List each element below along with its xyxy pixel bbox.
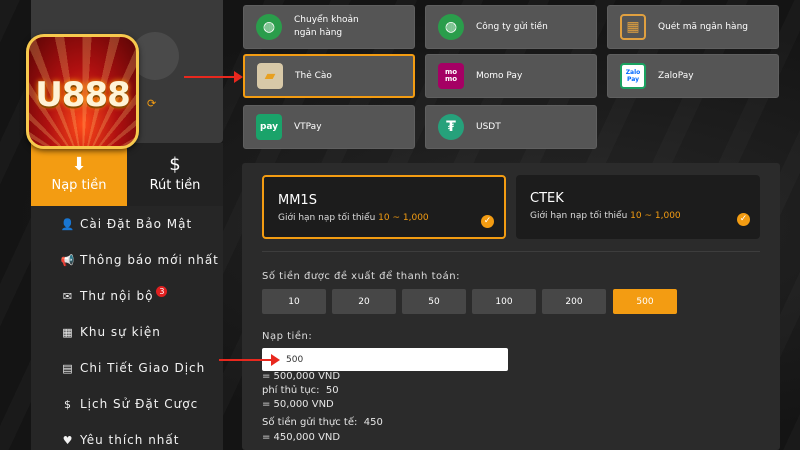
menu-item-label: Chi Tiết Giao Dịch (80, 361, 206, 375)
fee-value: 50 (325, 385, 339, 396)
zalopay-icon: Zalo Pay (620, 63, 646, 89)
globe-icon: ◍ (256, 14, 282, 40)
logo-text: U888 (35, 75, 131, 115)
wallet-tabs: ⬇ Nạp tiền $ Rút tiền (31, 143, 223, 206)
fee-converted: = 50,000 VND (262, 399, 334, 410)
vtpay-icon: pay (256, 114, 282, 140)
limit-max: 1,000 (654, 211, 681, 221)
menu-item-security[interactable]: 👤 Cài Đặt Bảo Mật (31, 206, 223, 242)
menu-item-label: Yêu thích nhất (80, 433, 180, 447)
payment-method-momo[interactable]: mo mo Momo Pay (425, 54, 597, 98)
menu-item-transactions[interactable]: ▤ Chi Tiết Giao Dịch (31, 350, 223, 386)
check-icon: ✓ (481, 215, 494, 228)
unread-badge: 3 (156, 285, 168, 297)
menu-item-bet-history[interactable]: $ Lịch Sử Đặt Cược (31, 386, 223, 422)
qr-code-icon: ▦ (620, 14, 646, 40)
annotation-arrow-input (219, 354, 280, 366)
withdraw-icon: $ (169, 154, 181, 175)
menu-item-inbox[interactable]: ✉ Thư nội bộ 3 (31, 278, 223, 314)
payment-method-label: Công ty gửi tiền (476, 21, 548, 32)
envelope-icon: ✉ (62, 289, 74, 303)
fee-row: phí thủ tục: 50 (262, 385, 339, 396)
tab-withdraw[interactable]: $ Rút tiền (127, 143, 223, 206)
deposit-amount-label: Nạp tiền: (262, 331, 313, 342)
calendar-icon: ▦ (62, 325, 74, 339)
suggested-amount-label: Số tiền được đề xuất để thanh toán: (262, 271, 460, 282)
menu-item-label: Thông báo mới nhất (80, 253, 219, 267)
channel-card-ctek[interactable]: CTEK Giới hạn nạp tối thiểu 10 ~ 1,000 ✓ (516, 175, 760, 239)
payment-method-label: Thẻ Cào (295, 70, 332, 81)
menu-item-label: Cài Đặt Bảo Mật (80, 217, 193, 231)
payment-method-bank-qr[interactable]: ▦ Quét mã ngân hàng (607, 5, 779, 49)
amount-option[interactable]: 100 (472, 289, 536, 314)
limit-sep: ~ (641, 211, 655, 221)
deposit-amount-input[interactable] (262, 348, 508, 371)
menu-item-events[interactable]: ▦ Khu sự kiện (31, 314, 223, 350)
channel-name: MM1S (278, 193, 317, 208)
menu-item-label: Khu sự kiện (80, 325, 161, 339)
tab-deposit-label: Nạp tiền (51, 178, 107, 193)
payment-method-label: ZaloPay (658, 70, 694, 81)
actual-converted: = 450,000 VND (262, 432, 341, 443)
payment-method-zalopay[interactable]: Zalo Pay ZaloPay (607, 54, 779, 98)
dollar-circle-icon: $ (64, 397, 72, 411)
amount-option[interactable]: 50 (402, 289, 466, 314)
clipboard-icon: ▤ (62, 361, 74, 375)
payment-method-label: Chuyển khoản ngân hàng (294, 15, 359, 38)
tether-icon: ₮ (438, 114, 464, 140)
converted-amount: = 500,000 VND (262, 371, 341, 382)
amount-option-selected[interactable]: 500 (613, 289, 677, 314)
user-lock-icon: 👤 (60, 217, 76, 231)
actual-row: Số tiền gửi thực tế: 450 (262, 417, 383, 428)
channel-limit: Giới hạn nạp tối thiểu 10 ~ 1,000 (530, 211, 681, 221)
limit-prefix: Giới hạn nạp tối thiểu (278, 213, 376, 223)
limit-sep: ~ (389, 213, 403, 223)
payment-method-usdt[interactable]: ₮ USDT (425, 105, 597, 149)
payment-method-label: VTPay (294, 121, 322, 132)
sidebar-menu: 👤 Cài Đặt Bảo Mật 📢 Thông báo mới nhất ✉… (31, 206, 223, 450)
annotation-arrow-payment (184, 71, 243, 83)
tab-deposit[interactable]: ⬇ Nạp tiền (31, 143, 127, 206)
deposit-icon: ⬇ (71, 154, 87, 175)
channel-limit: Giới hạn nạp tối thiểu 10 ~ 1,000 (278, 213, 429, 223)
limit-min: 10 (378, 213, 390, 223)
payment-method-company-deposit[interactable]: ◍ Công ty gửi tiền (425, 5, 597, 49)
channel-card-mm1s[interactable]: MM1S Giới hạn nạp tối thiểu 10 ~ 1,000 ✓ (262, 175, 506, 239)
amount-option[interactable]: 10 (262, 289, 326, 314)
fee-label: phí thủ tục: (262, 385, 320, 396)
payment-method-vtpay[interactable]: pay VTPay (243, 105, 415, 149)
limit-min: 10 (630, 211, 642, 221)
payment-method-label: Momo Pay (476, 70, 523, 81)
tab-withdraw-label: Rút tiền (149, 178, 201, 193)
momo-icon: mo mo (438, 63, 464, 89)
actual-label: Số tiền gửi thực tế: (262, 417, 358, 428)
menu-item-label: Thư nội bộ (80, 289, 154, 303)
payment-method-label: USDT (476, 121, 501, 132)
divider (262, 251, 760, 252)
scratch-card-icon: ▰ (257, 63, 283, 89)
limit-prefix: Giới hạn nạp tối thiểu (530, 211, 628, 221)
limit-max: 1,000 (402, 213, 429, 223)
menu-item-label: Lịch Sử Đặt Cược (80, 397, 199, 411)
actual-value: 450 (363, 417, 383, 428)
menu-item-notifications[interactable]: 📢 Thông báo mới nhất (31, 242, 223, 278)
u888-logo: U888 (26, 34, 139, 149)
megaphone-icon: 📢 (60, 253, 76, 267)
payment-method-scratch-card[interactable]: ▰ Thẻ Cào (243, 54, 415, 98)
globe-icon: ◍ (438, 14, 464, 40)
refresh-icon[interactable]: ⟳ (147, 97, 156, 110)
deposit-panel: MM1S Giới hạn nạp tối thiểu 10 ~ 1,000 ✓… (242, 163, 780, 450)
payment-method-label: Quét mã ngân hàng (658, 21, 748, 32)
menu-item-favorites[interactable]: ♥ Yêu thích nhất (31, 422, 223, 450)
check-icon: ✓ (737, 213, 750, 226)
payment-method-bank-transfer[interactable]: ◍ Chuyển khoản ngân hàng (243, 5, 415, 49)
heart-icon: ♥ (62, 433, 74, 447)
amount-option[interactable]: 200 (542, 289, 606, 314)
amount-option[interactable]: 20 (332, 289, 396, 314)
channel-name: CTEK (530, 191, 564, 206)
